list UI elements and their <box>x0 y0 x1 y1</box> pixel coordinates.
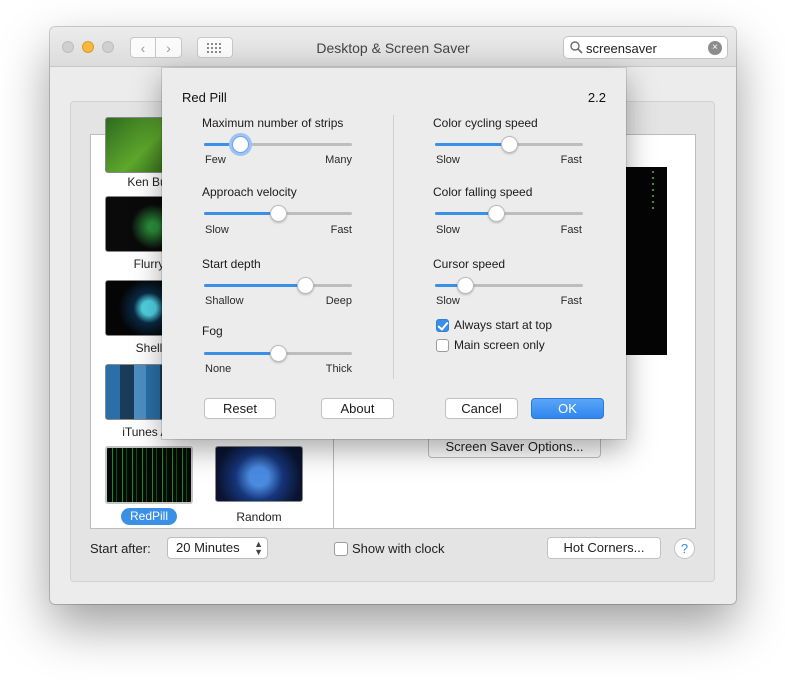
fog-slider[interactable] <box>204 344 352 364</box>
color-falling-max-label: Fast <box>560 224 582 236</box>
start-after-select[interactable]: 20 Minutes ▲ ▼ <box>167 537 268 559</box>
approach-velocity-slider[interactable] <box>204 204 352 224</box>
color-cycling-min-label: Slow <box>436 154 460 166</box>
always-start-top-label: Always start at top <box>454 318 553 332</box>
cursor-speed-label: Cursor speed <box>433 257 506 271</box>
show-with-clock-checkbox[interactable] <box>334 542 348 556</box>
cursor-speed-max-label: Fast <box>560 295 582 307</box>
always-start-top-checkbox[interactable] <box>436 319 449 332</box>
start-depth-label: Start depth <box>202 257 261 271</box>
redpill-options-sheet: Red Pill 2.2 Maximum number of strips Fe… <box>162 68 626 439</box>
slider-knob[interactable] <box>232 136 249 153</box>
slider-fill <box>435 143 509 146</box>
color-falling-min-label: Slow <box>436 224 460 236</box>
saver-thumbnail-random[interactable] <box>215 446 303 502</box>
max-strips-min-label: Few <box>205 154 226 166</box>
slider-knob[interactable] <box>297 277 314 294</box>
reset-button[interactable]: Reset <box>204 398 276 419</box>
cursor-speed-min-label: Slow <box>436 295 460 307</box>
saver-label-redpill-selected: RedPill <box>121 508 177 525</box>
hot-corners-button[interactable]: Hot Corners... <box>547 537 661 559</box>
max-strips-label: Maximum number of strips <box>202 116 344 130</box>
cancel-button[interactable]: Cancel <box>445 398 518 419</box>
approach-velocity-max-label: Fast <box>330 224 352 236</box>
slider-knob[interactable] <box>270 345 287 362</box>
start-after-label: Start after: <box>90 541 151 556</box>
column-divider <box>393 115 394 379</box>
fog-max-label: Thick <box>325 363 352 375</box>
color-cycling-slider[interactable] <box>435 135 583 155</box>
title-bar: ‹ › Desktop & Screen Saver × <box>50 27 736 67</box>
slider-knob[interactable] <box>501 136 518 153</box>
start-depth-min-label: Shallow <box>205 295 244 307</box>
help-button[interactable]: ? <box>674 538 695 559</box>
clear-search-icon[interactable]: × <box>708 41 722 55</box>
ok-button[interactable]: OK <box>531 398 604 419</box>
slider-fill <box>435 212 496 215</box>
slider-knob[interactable] <box>488 205 505 222</box>
saver-thumbnail-redpill[interactable] <box>105 446 193 504</box>
about-button[interactable]: About <box>321 398 394 419</box>
slider-fill <box>204 284 305 287</box>
color-cycling-max-label: Fast <box>560 154 582 166</box>
sheet-title: Red Pill <box>182 90 227 105</box>
main-screen-only-checkbox[interactable] <box>436 339 449 352</box>
screen-saver-options-button[interactable]: Screen Saver Options... <box>428 436 601 458</box>
search-field[interactable]: × <box>563 36 728 59</box>
matrix-rain-preview <box>107 448 191 502</box>
start-after-value: 20 Minutes <box>176 540 240 555</box>
color-cycling-label: Color cycling speed <box>433 116 538 130</box>
cursor-speed-slider[interactable] <box>435 276 583 296</box>
color-falling-slider[interactable] <box>435 204 583 224</box>
search-icon <box>570 41 583 54</box>
preview-rain <box>652 171 654 211</box>
sheet-version: 2.2 <box>587 90 606 105</box>
slider-fill <box>204 352 278 355</box>
fog-label: Fog <box>202 324 223 338</box>
start-depth-max-label: Deep <box>325 295 352 307</box>
main-screen-only-label: Main screen only <box>454 338 545 352</box>
preview-screen <box>625 167 667 355</box>
color-falling-label: Color falling speed <box>433 185 533 199</box>
select-arrows-icon: ▲ ▼ <box>254 539 263 557</box>
search-input[interactable] <box>586 40 706 56</box>
max-strips-slider[interactable] <box>204 135 352 155</box>
approach-velocity-label: Approach velocity <box>202 185 297 199</box>
start-depth-slider[interactable] <box>204 276 352 296</box>
slider-knob[interactable] <box>457 277 474 294</box>
max-strips-max-label: Many <box>325 154 352 166</box>
approach-velocity-min-label: Slow <box>205 224 229 236</box>
fog-min-label: None <box>205 363 232 375</box>
show-with-clock-label: Show with clock <box>352 541 445 556</box>
slider-fill <box>204 212 278 215</box>
slider-knob[interactable] <box>270 205 287 222</box>
saver-label-random: Random <box>236 510 282 524</box>
